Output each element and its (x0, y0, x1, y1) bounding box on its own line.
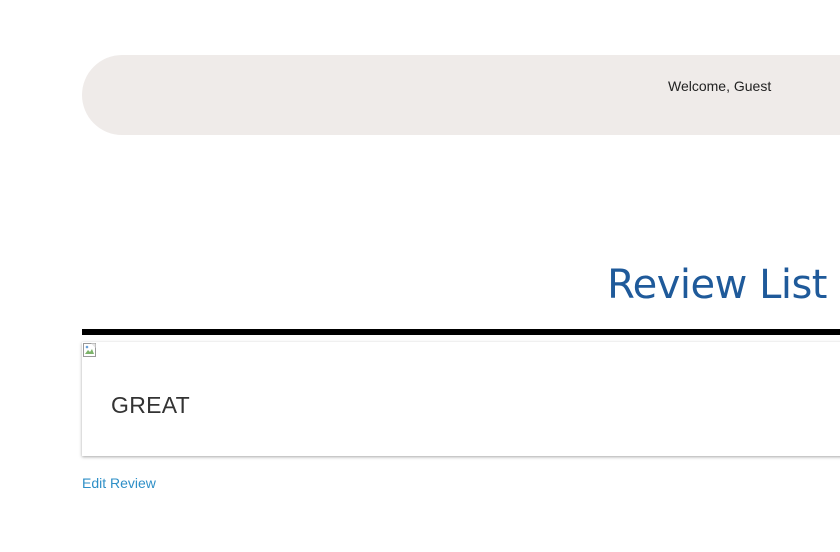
page-title: Review List (607, 262, 827, 308)
header-bar (82, 55, 840, 135)
title-divider (82, 329, 840, 335)
review-text: GREAT (111, 392, 191, 418)
page: Welcome, Guest Review List GREAT Edit Re… (0, 0, 840, 552)
welcome-text: Welcome, Guest (668, 78, 772, 94)
review-card: GREAT (82, 342, 840, 456)
broken-image-icon (83, 343, 97, 357)
edit-review-link[interactable]: Edit Review (82, 475, 156, 491)
